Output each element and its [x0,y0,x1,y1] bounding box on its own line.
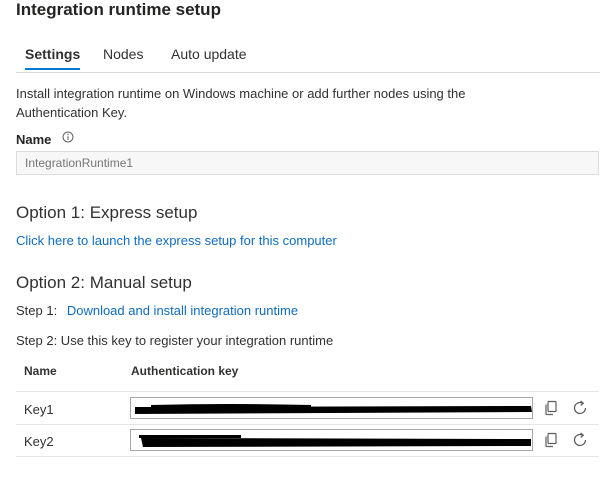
key1-field[interactable] [130,397,533,419]
tab-bar: Settings Nodes Auto update [16,46,600,73]
divider [16,424,599,425]
download-runtime-link[interactable]: Download and install integration runtime [67,303,298,318]
column-header-auth-key: Authentication key [131,364,239,378]
name-label: Name [16,132,52,147]
option1-heading: Option 1: Express setup [16,203,198,222]
refresh-icon[interactable] [572,432,588,448]
copy-icon[interactable] [543,432,559,448]
info-icon[interactable] [62,131,74,143]
tab-settings[interactable]: Settings [25,46,81,70]
tab-auto-update[interactable]: Auto update [171,46,247,62]
tab-nodes[interactable]: Nodes [103,46,143,62]
step1-label: Step 1: [16,303,58,318]
express-setup-link[interactable]: Click here to launch the express setup f… [16,233,337,248]
key1-redaction [135,404,532,414]
divider [16,456,599,457]
key1-label: Key1 [24,402,54,417]
option2-heading: Option 2: Manual setup [16,273,192,292]
step1-row: Step 1: Download and install integration… [16,303,298,318]
runtime-name-input[interactable] [16,151,599,175]
column-header-name: Name [24,364,57,378]
copy-icon[interactable] [543,400,559,416]
page-title: Integration runtime setup [16,0,221,19]
step2-label: Step 2: Use this key to register your in… [16,333,334,348]
setup-description: Install integration runtime on Windows m… [16,86,466,120]
refresh-icon[interactable] [572,400,588,416]
key2-field[interactable] [130,429,533,451]
divider [16,391,599,392]
key2-label: Key2 [24,434,54,449]
key2-redaction [139,435,531,447]
